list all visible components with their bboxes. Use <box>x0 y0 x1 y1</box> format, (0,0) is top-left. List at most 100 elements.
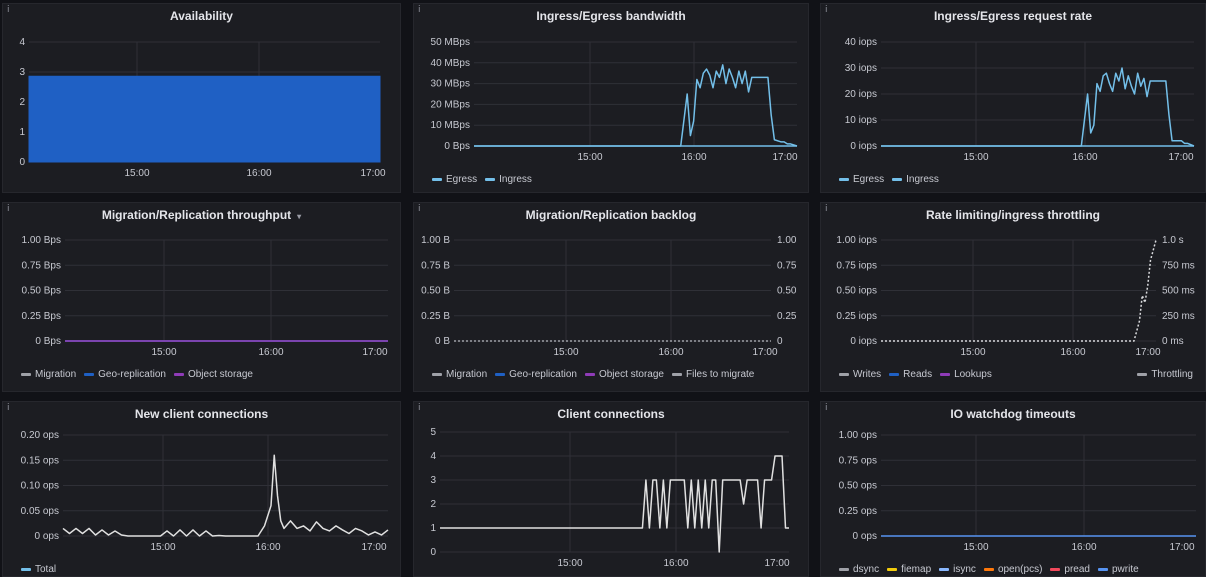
y-tick-label: 20 MBps <box>431 99 470 110</box>
legend-item[interactable]: Egress <box>432 174 477 185</box>
chart-migration-backlog: 1.00 B 0.75 B 0.50 B 0.25 B 0 B 1.00 0.75 0.50 0… <box>421 235 797 358</box>
legend-swatch <box>839 567 849 571</box>
y-tick-label: 10 iops <box>845 115 877 126</box>
y-tick-label-right: 0.50 <box>777 286 797 297</box>
y-tick-label: 4 <box>19 37 25 48</box>
legend-item[interactable]: fiemap <box>887 564 931 575</box>
y-tick-label: 0.50 Bps <box>22 286 61 297</box>
panel-migration-backlog[interactable]: i Migration/Replication backlog 1.00 B 0.… <box>413 202 809 392</box>
legend-swatch <box>887 567 898 571</box>
legend-item[interactable]: Ingress <box>892 174 939 185</box>
y-tick-label: 1 <box>19 127 25 138</box>
y-tick-label: 0.75 iops <box>836 260 877 271</box>
x-tick-label: 17:00 <box>1168 152 1193 163</box>
legend-label: pwrite <box>1111 564 1139 575</box>
y-tick-label: 0.20 ops <box>21 430 59 441</box>
legend-item[interactable]: Throttling <box>1137 369 1193 380</box>
legend-item[interactable]: Reads <box>889 369 932 380</box>
x-tick-label: 15:00 <box>577 152 602 163</box>
x-tick-label: 16:00 <box>1060 347 1085 358</box>
legend: dsync fiemap isync open(pcs) pread pwrite <box>839 564 1147 575</box>
legend-item[interactable]: Lookups <box>940 369 992 380</box>
legend-label: Total <box>35 564 57 575</box>
x-tick-label: 17:00 <box>1169 542 1194 553</box>
panel-new-client-connections[interactable]: i New client connections 0.20 ops 0.15 op… <box>2 401 401 577</box>
legend-item[interactable]: Migration <box>21 369 76 380</box>
x-tick-label: 15:00 <box>557 558 582 569</box>
chart-rate-limiting: 1.00 iops 0.75 iops 0.50 iops 0.25 iops 0 io… <box>836 235 1194 358</box>
legend-item[interactable]: Writes <box>839 369 881 380</box>
y-tick-label: 0 ops <box>35 531 59 542</box>
chart-io-watchdog: 1.00 ops 0.75 ops 0.50 ops 0.25 ops 0 ops 15:… <box>839 430 1196 553</box>
legend-label: Reads <box>903 369 933 380</box>
y-tick-label: 4 <box>430 451 436 462</box>
x-tick-label: 15:00 <box>150 542 175 553</box>
y-tick-label: 0 iops <box>850 336 877 347</box>
legend-item[interactable]: dsync <box>839 564 879 575</box>
x-tick-label: 17:00 <box>360 168 385 179</box>
legend-swatch <box>485 177 496 181</box>
x-tick-label: 16:00 <box>663 558 688 569</box>
series-line <box>474 64 798 147</box>
y-tick-label: 0.15 ops <box>21 455 59 466</box>
chart-new-client-connections: 0.20 ops 0.15 ops 0.10 ops 0.05 ops 0 ops 15:… <box>21 430 389 553</box>
legend-item[interactable]: Total <box>21 564 56 575</box>
legend-label: dsync <box>853 564 880 575</box>
x-tick-label: 15:00 <box>963 542 988 553</box>
legend-swatch <box>495 372 506 376</box>
legend-item[interactable]: Files to migrate <box>672 369 754 380</box>
legend-swatch <box>939 567 950 571</box>
legend-item[interactable]: Egress <box>839 174 884 185</box>
legend-item[interactable]: Object storage <box>584 369 664 380</box>
legend-label: Object storage <box>598 369 664 380</box>
y-tick-label: 1.00 ops <box>839 430 877 441</box>
legend-item[interactable]: Object storage <box>173 369 253 380</box>
y-tick-label: 0.50 ops <box>839 481 877 492</box>
legend-label: isync <box>953 564 976 575</box>
y-tick-label: 0 B <box>435 336 450 347</box>
x-tick-label: 16:00 <box>258 347 283 358</box>
legend-item[interactable]: isync <box>939 564 976 575</box>
legend-swatch <box>84 372 95 376</box>
y-tick-label: 5 <box>430 427 436 438</box>
legend-label: fiemap <box>901 564 932 575</box>
y-tick-label: 10 MBps <box>431 120 470 131</box>
x-tick-label: 17:00 <box>752 347 777 358</box>
y-tick-label-right: 0 ms <box>1162 336 1184 347</box>
panel-rate-limiting[interactable]: i Rate limiting/ingress throttling 1.00 … <box>820 202 1206 392</box>
y-tick-label: 1.00 B <box>421 235 450 246</box>
legend-item[interactable]: Ingress <box>485 174 532 185</box>
x-tick-label: 16:00 <box>246 168 271 179</box>
y-tick-label: 0 iops <box>850 141 877 152</box>
legend-item[interactable]: pwrite <box>1097 564 1139 575</box>
legend-item[interactable]: Migration <box>432 369 487 380</box>
panel-io-watchdog[interactable]: i IO watchdog timeouts 1.00 ops 0.75 ops 0… <box>820 401 1206 577</box>
x-tick-label: 16:00 <box>658 347 683 358</box>
chart-migration-throughput: 1.00 Bps 0.75 Bps 0.50 Bps 0.25 Bps 0 Bps 15:… <box>22 235 388 358</box>
y-tick-label: 0.50 iops <box>836 286 877 297</box>
panel-bandwidth[interactable]: i Ingress/Egress bandwidth 50 MBps 40 MBp… <box>413 3 809 193</box>
y-tick-label: 0 Bps <box>444 141 470 152</box>
legend-label: Object storage <box>187 369 253 380</box>
panel-client-connections[interactable]: i Client connections 5 4 3 2 1 0 15:00 16:00 17:… <box>413 401 809 577</box>
y-tick-label: 2 <box>19 97 25 108</box>
panel-availability[interactable]: i Availability 4 3 2 1 0 15:00 16:00 17:00 <box>2 3 401 193</box>
chart-availability: 4 3 2 1 0 15:00 16:00 17:00 <box>19 37 386 179</box>
legend-label: Writes <box>853 369 882 380</box>
legend-item[interactable]: Geo-replication <box>84 369 166 380</box>
x-tick-label: 15:00 <box>963 152 988 163</box>
panel-migration-throughput[interactable]: i Migration/Replication throughput ▾ 1.00… <box>2 202 401 392</box>
legend-swatch <box>584 372 595 376</box>
series-area <box>28 75 381 163</box>
panel-request-rate[interactable]: i Ingress/Egress request rate 40 iops 30 … <box>820 3 1206 193</box>
legend-label: Egress <box>853 174 885 185</box>
legend-swatch <box>21 372 31 376</box>
legend-swatch <box>1050 567 1061 571</box>
legend-item[interactable]: Geo-replication <box>495 369 577 380</box>
legend-item[interactable]: pread <box>1050 564 1090 575</box>
legend-label: Migration <box>446 369 488 380</box>
y-tick-label: 1.00 Bps <box>22 235 61 246</box>
series-line <box>881 67 1195 147</box>
legend-item[interactable]: open(pcs) <box>983 564 1042 575</box>
y-tick-label: 50 MBps <box>431 37 470 48</box>
